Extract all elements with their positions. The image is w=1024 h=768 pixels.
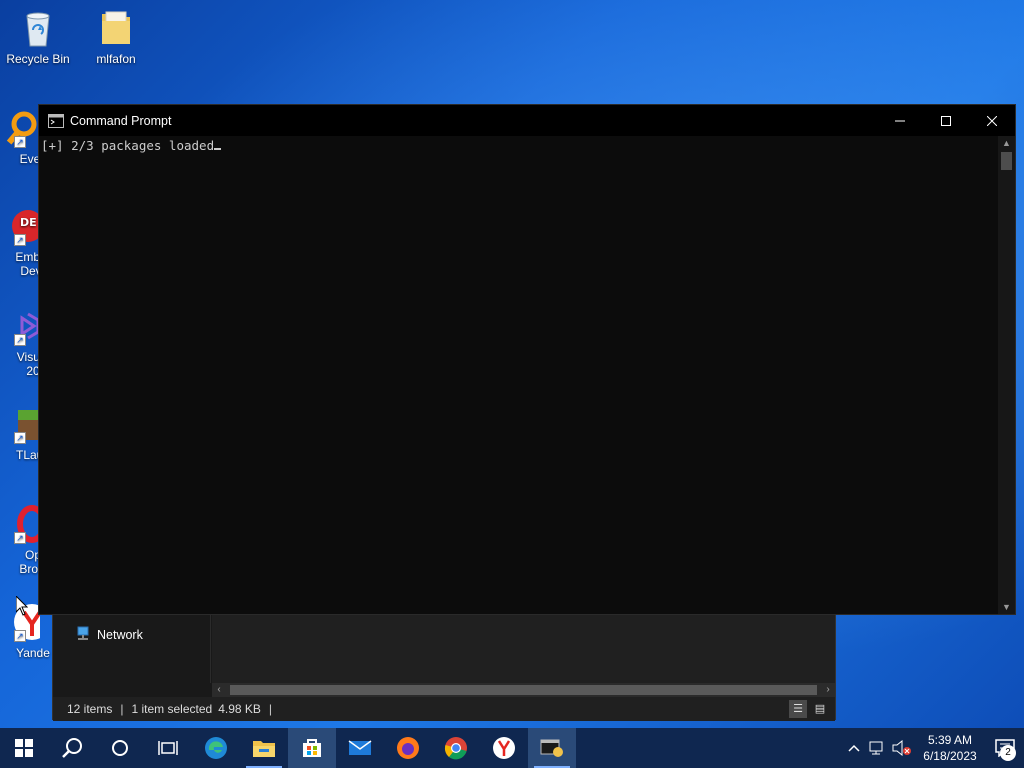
taskbar-chrome[interactable] [432,728,480,768]
command-prompt-window[interactable]: Command Prompt [+] 2/3 packages loaded ▲… [38,104,1016,615]
clock-time: 5:39 AM [927,733,973,747]
taskbar-firefox[interactable] [384,728,432,768]
folder-icon [96,8,136,48]
cortana-button[interactable] [96,728,144,768]
yandex-browser-icon [493,737,515,759]
scrollbar-thumb[interactable] [1001,152,1012,170]
status-separator: | [268,702,273,716]
navigation-pane: Network [53,615,211,683]
taskbar-command-prompt[interactable] [528,728,576,768]
text-cursor [214,148,222,150]
taskbar-yandex[interactable] [480,728,528,768]
desktop-icon-label: Recycle Bin [6,52,70,66]
search-app-icon: ↗ [0,108,40,148]
maximize-icon [941,115,951,126]
taskbar-mail[interactable] [336,728,384,768]
chevron-up-icon [848,744,860,752]
status-size: 4.98 KB [218,702,261,716]
status-separator: | [120,702,124,716]
cortana-icon [112,740,128,756]
show-hidden-icons-button[interactable] [842,728,866,768]
close-button[interactable] [969,105,1015,136]
network-icon [75,625,91,644]
action-center-button[interactable]: 2 [986,728,1024,768]
minecraft-block-icon: ↗ [0,404,40,444]
svg-text:DE: DE [20,216,37,229]
firefox-icon [397,737,419,759]
minimize-icon [895,120,905,121]
scrollbar-thumb[interactable] [230,685,817,695]
view-buttons: ☰ ▤ [789,700,829,718]
details-view-icon[interactable]: ☰ [789,700,807,718]
shortcut-arrow-icon: ↗ [14,432,26,444]
desktop-icon-label: Yande [16,646,50,660]
network-tray-button[interactable] [866,728,890,768]
task-view-button[interactable] [144,728,192,768]
notification-badge: 2 [1000,745,1016,761]
taskbar-edge[interactable] [192,728,240,768]
explorer-content-area[interactable] [212,615,835,683]
vertical-scrollbar[interactable]: ▲ ▼ [998,136,1015,614]
taskbar-file-explorer[interactable] [240,728,288,768]
nav-item-label: Network [97,627,143,642]
scroll-up-icon[interactable]: ▲ [998,136,1015,150]
clock-date: 6/18/2023 [923,749,977,763]
window-controls [877,105,1015,136]
status-selected: 1 item selected [131,702,213,716]
console-output[interactable]: [+] 2/3 packages loaded [39,136,999,614]
mail-icon [348,740,372,755]
windows-logo-icon [15,739,33,757]
start-button[interactable] [0,728,48,768]
taskbar: 5:39 AM 6/18/2023 2 [0,728,1024,768]
desktop-icon-recycle-bin[interactable]: Recycle Bin [0,8,76,66]
close-icon [987,115,997,126]
shortcut-arrow-icon: ↗ [14,630,26,642]
taskbar-clock[interactable]: 5:39 AM 6/18/2023 [914,732,986,764]
volume-muted-icon [892,740,911,756]
scroll-right-icon[interactable]: › [821,683,835,697]
status-bar: 12 items | 1 item selected 4.98 KB | ☰ ▤ [53,697,835,721]
status-item-count: 12 items [67,702,113,716]
command-prompt-icon [48,113,64,128]
shortcut-arrow-icon: ↗ [14,532,26,544]
opera-icon: ↗ [0,504,47,544]
scroll-down-icon[interactable]: ▼ [998,600,1015,614]
scroll-left-icon[interactable]: ‹ [212,683,226,697]
nav-item-network[interactable]: Network [75,625,143,644]
store-icon [303,739,321,757]
chrome-icon [444,737,467,760]
maximize-button[interactable] [923,105,969,136]
network-status-icon [869,741,883,755]
desktop-icon-label: mlfafon [96,52,136,66]
shortcut-arrow-icon: ↗ [14,234,26,246]
volume-tray-button[interactable] [890,728,914,768]
taskbar-store[interactable] [288,728,336,768]
shortcut-arrow-icon: ↗ [14,136,26,148]
window-title: Command Prompt [70,113,172,128]
file-explorer-icon [253,741,275,757]
task-view-icon [158,741,178,755]
file-explorer-window[interactable]: Network ‹ › 12 items | 1 item selected 4… [52,614,836,721]
edge-icon [205,737,227,759]
search-button[interactable] [48,728,96,768]
shortcut-arrow-icon: ↗ [14,334,26,346]
horizontal-scrollbar[interactable]: ‹ › [212,683,835,697]
console-line: [+] 2/3 packages loaded [41,138,215,153]
system-tray: 5:39 AM 6/18/2023 2 [842,728,1024,768]
minimize-button[interactable] [877,105,923,136]
embarcadero-icon: DE ↗ [0,206,44,246]
recycle-bin-icon [18,8,58,48]
command-prompt-taskbar-icon [540,739,563,757]
large-icons-view-icon[interactable]: ▤ [811,700,829,718]
mouse-pointer-icon [16,596,28,616]
search-icon [62,738,82,758]
window-titlebar[interactable]: Command Prompt [39,105,1015,136]
desktop-icon-mlfafon[interactable]: mlfafon [78,8,154,66]
visual-studio-icon: ↗ [0,306,40,346]
